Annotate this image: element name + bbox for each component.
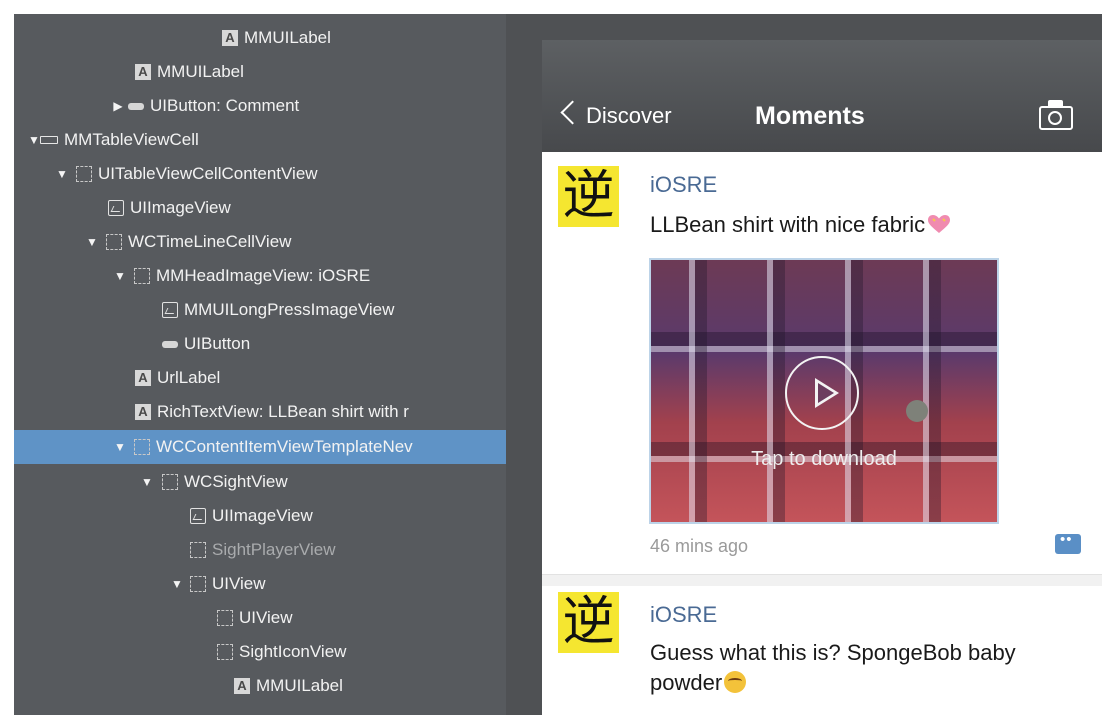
avatar-glyph: 逆	[562, 592, 615, 652]
disclosure-triangle-expanded-icon[interactable]: ▼	[113, 430, 127, 464]
disclosure-triangle-expanded-icon[interactable]: ▼	[140, 465, 154, 499]
view-icon	[162, 474, 178, 490]
tree-node[interactable]: ▼ WCTimeLineCellView	[14, 225, 506, 259]
label-icon: A	[135, 64, 151, 80]
disclosure-triangle-expanded-icon[interactable]: ▼	[170, 567, 184, 601]
tree-node[interactable]: A MMUILabel	[14, 55, 506, 89]
post-author[interactable]: iOSRE	[650, 172, 717, 198]
tree-node[interactable]: UIImageView	[14, 191, 506, 225]
tree-node[interactable]: ▶ UIButton: Comment	[14, 89, 506, 123]
post-text: Guess what this is? SpongeBob baby powde…	[650, 640, 1016, 695]
tree-node-label: UIImageView	[130, 198, 231, 217]
tree-node-label: MMUILabel	[244, 28, 331, 47]
image-icon	[190, 508, 206, 524]
post-timestamp: 46 mins ago	[650, 536, 749, 556]
tree-node-label: UIView	[239, 608, 293, 627]
view-icon	[134, 268, 150, 284]
disclosure-triangle-expanded-icon[interactable]: ▼	[27, 123, 41, 157]
tree-node-label: UIButton: Comment	[150, 96, 300, 115]
disclosure-triangle-expanded-icon[interactable]: ▼	[113, 259, 127, 293]
view-icon	[217, 644, 233, 660]
disclosure-triangle-expanded-icon[interactable]: ▼	[55, 157, 69, 191]
label-icon: A	[234, 678, 250, 694]
tree-node[interactable]: UIView	[14, 601, 506, 635]
tree-node-label: MMHeadImageView: iOSRE	[156, 266, 371, 285]
image-icon	[108, 200, 124, 216]
button-icon	[162, 341, 178, 348]
tap-to-download-label: Tap to download	[751, 448, 897, 470]
tree-node[interactable]: A RichTextView: LLBean shirt with r	[14, 395, 506, 429]
tree-node[interactable]: A MMUILabel	[14, 669, 506, 703]
avatar-glyph: 逆	[562, 166, 615, 226]
screenshot-frame: A MMUILabel A MMUILabel ▶ UIButton: Comment ▼ M…	[14, 14, 1102, 715]
tree-node-label: RichTextView: LLBean shirt with r	[157, 402, 409, 421]
sparkling-heart-icon	[928, 215, 951, 233]
tree-node-label: WCContentItemViewTemplateNev	[156, 437, 413, 456]
view-icon	[190, 576, 206, 592]
tree-node[interactable]: UIButton	[14, 327, 506, 361]
view-hierarchy-tree: A MMUILabel A MMUILabel ▶ UIButton: Comment ▼ M…	[14, 14, 506, 715]
tree-node[interactable]: ▼ WCContentItemViewTemplateNev	[14, 430, 506, 464]
crying-laughing-icon	[724, 671, 747, 693]
tree-node-label: SightPlayerView	[212, 540, 336, 559]
tree-node-label: MMUILongPressImageView	[184, 300, 395, 319]
tree-node[interactable]: A UrlLabel	[14, 361, 506, 395]
back-button-label: Discover	[586, 103, 672, 128]
comment-icon[interactable]	[1055, 531, 1081, 554]
tree-node[interactable]: ▼ MMHeadImageView: iOSRE	[14, 259, 506, 293]
tree-node-label: UIImageView	[212, 506, 313, 525]
tree-node-label: SightIconView	[239, 642, 347, 661]
tree-node[interactable]: ▼ WCSightView	[14, 465, 506, 499]
cell-icon	[40, 136, 58, 144]
avatar[interactable]: 逆	[558, 592, 619, 653]
camera-icon[interactable]	[1039, 100, 1075, 130]
tree-node-label: UITableViewCellContentView	[98, 164, 318, 183]
tree-node[interactable]: ▼ UIView	[14, 567, 506, 601]
disclosure-triangle-expanded-icon[interactable]: ▼	[85, 225, 99, 259]
view-icon	[76, 166, 92, 182]
label-icon: A	[135, 370, 151, 386]
navigation-bar: Discover Moments	[542, 40, 1102, 152]
post-text-row: Guess what this is? SpongeBob baby powde…	[650, 638, 1050, 698]
tree-node[interactable]: SightIconView	[14, 635, 506, 669]
view-icon	[106, 234, 122, 250]
tree-node-label: MMTableViewCell	[64, 130, 199, 149]
view-icon	[190, 542, 206, 558]
tree-node-label: WCTimeLineCellView	[128, 232, 292, 251]
moment-post: 逆 iOSRE Guess what this is? SpongeBob ba…	[542, 586, 1102, 715]
tree-node-label: WCSightView	[184, 472, 288, 491]
play-icon[interactable]	[785, 356, 859, 430]
tree-node[interactable]: SightPlayerView	[14, 533, 506, 567]
tree-node[interactable]: A MMUILabel	[14, 21, 506, 55]
view-icon	[217, 610, 233, 626]
view-icon	[134, 439, 150, 455]
tree-node-label: MMUILabel	[256, 676, 343, 695]
moment-post: 逆 iOSRE LLBean shirt with nice fabric Ta…	[542, 152, 1102, 587]
tree-node-label: UIView	[212, 574, 266, 593]
tree-node-label: MMUILabel	[157, 62, 244, 81]
tree-node-label: UIButton	[184, 334, 251, 353]
avatar[interactable]: 逆	[558, 166, 619, 227]
button-icon	[128, 103, 144, 110]
disclosure-triangle-collapsed-icon[interactable]: ▶	[111, 89, 125, 123]
tree-node-label: UrlLabel	[157, 368, 221, 387]
image-icon	[162, 302, 178, 318]
iphone-screen: Discover Moments 逆 iOSRE LLBean shirt wi…	[542, 40, 1102, 715]
label-icon: A	[135, 404, 151, 420]
nav-title: Moments	[755, 102, 865, 130]
video-thumbnail[interactable]: Tap to download	[649, 258, 999, 524]
tree-node[interactable]: MMUILongPressImageView	[14, 293, 506, 327]
tree-node[interactable]: ▼ MMTableViewCell	[14, 123, 506, 157]
shirt-button	[906, 400, 928, 422]
tree-node[interactable]: UIImageView	[14, 499, 506, 533]
post-text-row: LLBean shirt with nice fabric	[650, 210, 1070, 240]
tree-node[interactable]: ▼ UITableViewCellContentView	[14, 157, 506, 191]
post-text: LLBean shirt with nice fabric	[650, 212, 926, 237]
label-icon: A	[222, 30, 238, 46]
post-author[interactable]: iOSRE	[650, 602, 717, 628]
chevron-left-icon	[560, 100, 585, 125]
